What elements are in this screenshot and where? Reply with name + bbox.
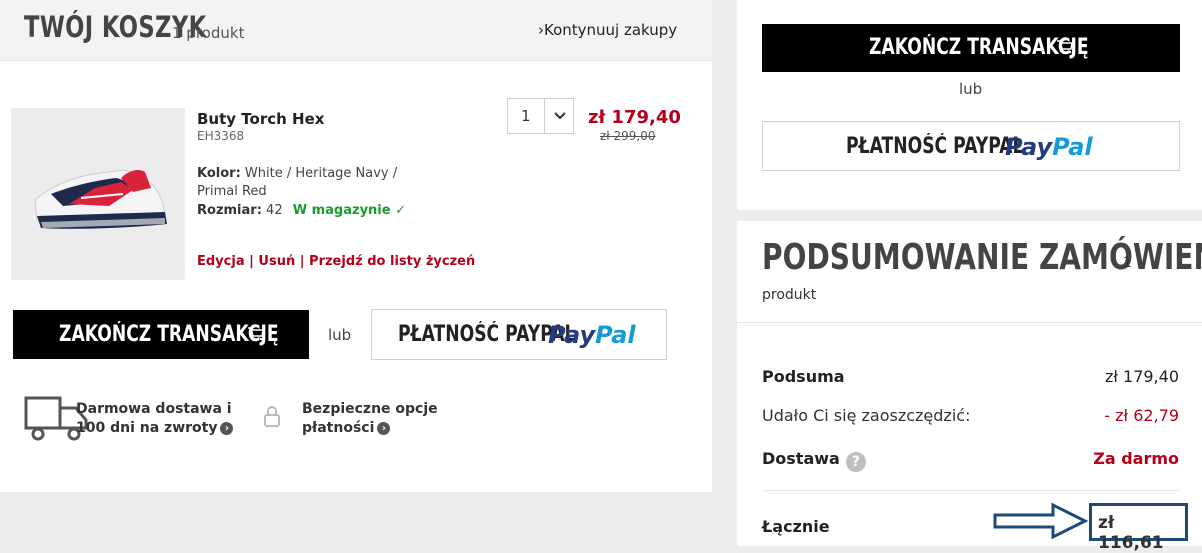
- product-color: Kolor: White / Heritage Navy / Primal Re…: [197, 165, 407, 201]
- paypal-logo-pay: Pay: [1005, 133, 1053, 161]
- or-text: lub: [328, 326, 352, 344]
- product-name[interactable]: Buty Torch Hex: [197, 110, 324, 128]
- shipping-label-group: Dostawa?: [762, 449, 866, 472]
- secure-line1: Bezpieczne opcje: [302, 401, 438, 417]
- paypal-button[interactable]: PŁATNOŚĆ PAYPAL PayPal: [762, 121, 1180, 171]
- cart-count: 1 produkt: [172, 24, 245, 42]
- paypal-logo: PayPal: [548, 321, 636, 349]
- total-value: zł 116,61: [1098, 513, 1164, 553]
- info-icon[interactable]: ›: [220, 421, 234, 435]
- paypal-logo-pal: Pal: [595, 321, 636, 349]
- chevron-down-icon: [554, 112, 566, 120]
- size-label: Rozmiar:: [197, 203, 262, 218]
- quantity-value: 1: [521, 107, 531, 125]
- info-icon[interactable]: ›: [377, 421, 391, 435]
- subtotal-label: Podsuma: [762, 367, 845, 386]
- savings-label: Udało Ci się zaoszczędzić:: [762, 406, 971, 425]
- help-icon[interactable]: ?: [845, 452, 866, 472]
- cart-icon: [1057, 40, 1073, 54]
- or-text: lub: [959, 80, 983, 98]
- free-shipping-info: Darmowa dostawa i 100 dni na zwroty ›: [76, 400, 234, 438]
- paypal-logo-pal: Pal: [1052, 133, 1093, 161]
- cart-panel: TWÓJ KOSZYK 1 produkt ›Kontynuuj zakupy …: [0, 0, 712, 492]
- secure-payment-info: Bezpieczne opcje płatności ›: [302, 400, 438, 438]
- paypal-button[interactable]: PŁATNOŚĆ PAYPAL PayPal: [371, 309, 667, 360]
- shipping-line1: Darmowa dostawa i: [76, 401, 232, 417]
- lock-icon: [264, 406, 280, 427]
- product-size: Rozmiar: 42 W magazynie ✓: [197, 203, 406, 218]
- total-label: Łącznie: [762, 517, 830, 536]
- order-summary: PODSUMOWANIE ZAMÓWIENIA: 1 produkt Podsu…: [737, 221, 1202, 553]
- original-price: zł 299,00: [600, 129, 656, 143]
- checkout-button[interactable]: ZAKOŃCZ TRANSAKCJĘ: [762, 24, 1180, 72]
- size-value: 42: [266, 203, 283, 218]
- sneaker-image: [11, 108, 185, 280]
- summary-count-number: 1: [1123, 255, 1132, 271]
- checkout-button[interactable]: ZAKOŃCZ TRANSAKCJĘ: [13, 310, 309, 359]
- subtotal-value: zł 179,40: [1104, 367, 1179, 386]
- paypal-label: PŁATNOŚĆ PAYPAL: [846, 134, 1024, 159]
- summary-header: PODSUMOWANIE ZAMÓWIENIA: 1 produkt: [737, 221, 1202, 323]
- cart-icon: [248, 327, 264, 341]
- paypal-logo: PayPal: [1005, 133, 1093, 161]
- edit-link[interactable]: Edycja: [197, 254, 245, 269]
- cart-header: TWÓJ KOSZYK 1 produkt ›Kontynuuj zakupy: [0, 0, 712, 61]
- arrow-right-icon: [993, 502, 1089, 540]
- color-label: Kolor:: [197, 166, 241, 181]
- secure-line2: płatności: [302, 420, 375, 436]
- stock-status: W magazynie ✓: [292, 203, 406, 218]
- shipping-line2: 100 dni na zwroty: [76, 420, 218, 436]
- quantity-select[interactable]: 1: [507, 98, 574, 134]
- item-actions: Edycja | Usuń | Przejdź do listy życzeń: [197, 254, 475, 269]
- paypal-logo-pay: Pay: [548, 321, 596, 349]
- checkout-label: ZAKOŃCZ TRANSAKCJĘ: [59, 322, 279, 347]
- remove-link[interactable]: Usuń: [258, 254, 295, 269]
- continue-shopping-label: Kontynuuj zakupy: [544, 21, 678, 39]
- summary-count-word: produkt: [762, 287, 817, 303]
- checkout-panel: ZAKOŃCZ TRANSAKCJĘ lub PŁATNOŚĆ PAYPAL P…: [737, 0, 1202, 210]
- savings-value: - zł 62,79: [1104, 406, 1179, 425]
- summary-title: PODSUMOWANIE ZAMÓWIENIA:: [762, 237, 1202, 278]
- product-sku: EH3368: [197, 129, 245, 143]
- continue-shopping-link[interactable]: ›Kontynuuj zakupy: [538, 21, 677, 39]
- divider: [762, 490, 1179, 491]
- move-to-wishlist-link[interactable]: Przejdź do listy życzeń: [309, 254, 475, 269]
- shipping-value: Za darmo: [1093, 449, 1179, 468]
- separator: |: [249, 254, 254, 269]
- current-price: zł 179,40: [588, 107, 681, 128]
- total-highlight-box: zł 116,61: [1089, 503, 1188, 553]
- separator: |: [299, 254, 305, 269]
- product-image[interactable]: [11, 108, 185, 280]
- shipping-label: Dostawa: [762, 449, 840, 468]
- divider: [544, 99, 545, 133]
